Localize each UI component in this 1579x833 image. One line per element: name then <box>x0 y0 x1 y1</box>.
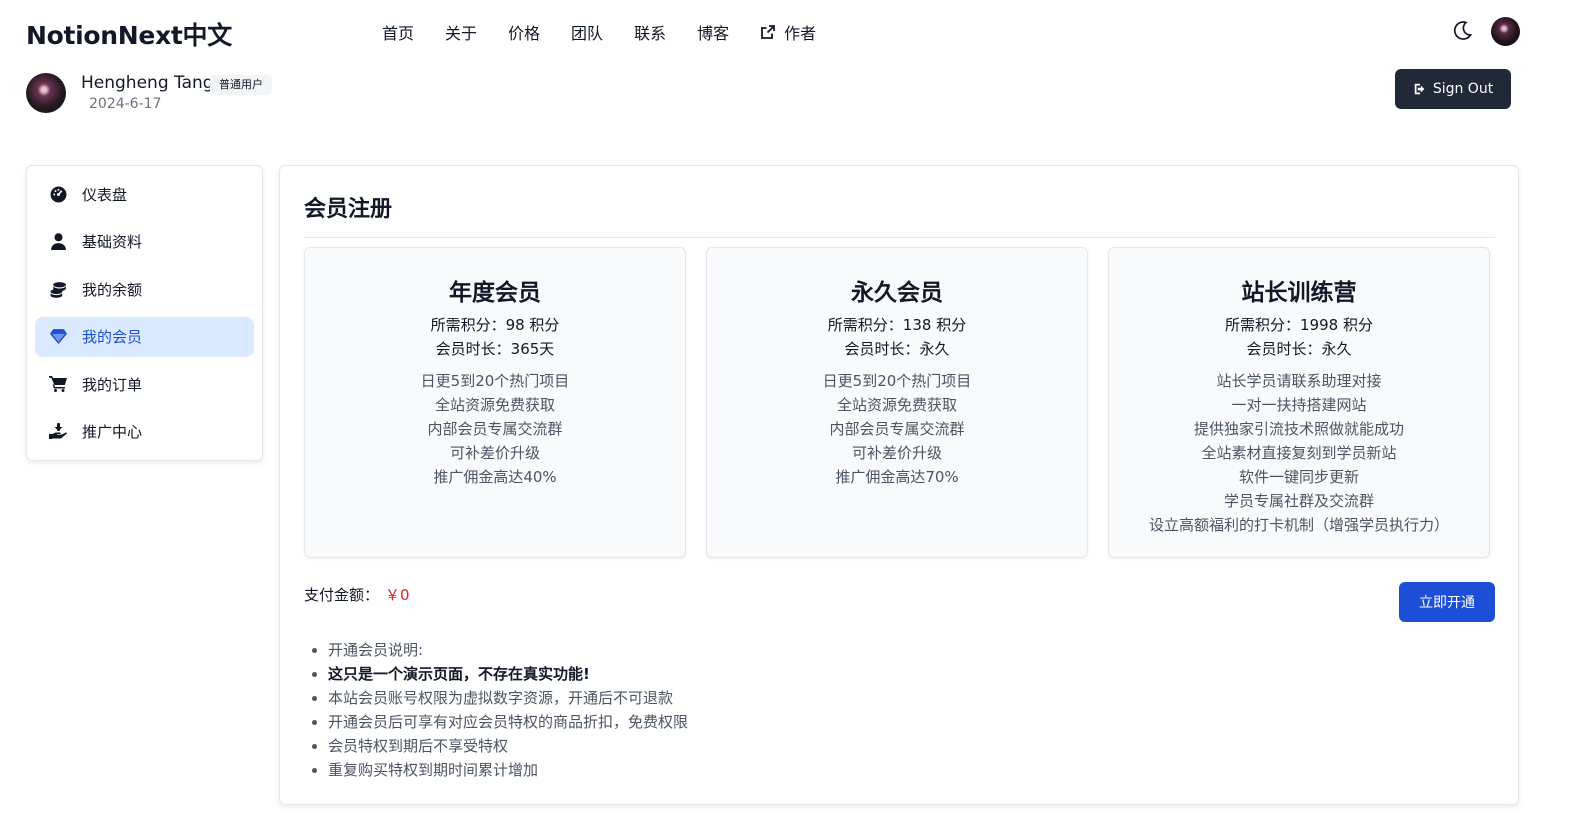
page-title: 会员注册 <box>304 197 393 222</box>
note-item: 这只是一个演示页面，不存在真实功能! <box>311 662 688 686</box>
dashboard-icon <box>49 185 67 203</box>
sign-out-label: Sign Out <box>1432 81 1494 97</box>
top-avatar[interactable] <box>1491 17 1520 46</box>
plan-title: 永久会员 <box>851 280 943 306</box>
sign-out-button[interactable]: Sign Out <box>1395 69 1511 109</box>
plan-title: 年度会员 <box>449 280 541 306</box>
sidebar-item-orders[interactable]: 我的订单 <box>35 364 254 404</box>
plan-features: 站长学员请联系助理对接 一对一扶持搭建网站 提供独家引流技术照做就能成功 全站素… <box>1109 369 1489 537</box>
plan-features: 日更5到20个热门项目 全站资源免费获取 内部会员专属交流群 可补差价升级 推广… <box>305 369 685 489</box>
plan-feature: 内部会员专属交流群 <box>829 420 965 438</box>
plan-card-annual[interactable]: 年度会员 所需积分：98 积分 会员时长：365天 日更5到20个热门项目 全站… <box>304 247 686 558</box>
plan-features: 日更5到20个热门项目 全站资源免费获取 内部会员专属交流群 可补差价升级 推广… <box>707 369 1087 489</box>
user-avatar <box>26 73 66 113</box>
sidebar-item-label: 推广中心 <box>82 423 143 441</box>
nav-team[interactable]: 团队 <box>571 20 603 44</box>
plan-feature: 日更5到20个热门项目 <box>822 372 972 390</box>
external-link-icon <box>761 25 775 39</box>
cart-icon <box>49 375 67 393</box>
plan-feature: 设立高额福利的打卡机制（增强学员执行力） <box>1148 516 1449 534</box>
plan-feature: 日更5到20个热门项目 <box>420 372 570 390</box>
note-item: 开通会员后可享有对应会员特权的商品折扣，免费权限 <box>311 710 688 734</box>
sidebar-item-label: 仪表盘 <box>82 185 128 204</box>
note-item: 会员特权到期后不享受特权 <box>311 734 688 758</box>
sidebar-item-label: 我的订单 <box>82 375 143 394</box>
user-join-date: 2024-6-17 <box>89 96 162 112</box>
plan-points: 所需积分：1998 积分 <box>1225 316 1373 334</box>
sidebar-item-label: 基础资料 <box>82 233 143 251</box>
note-item: 本站会员账号权限为虚拟数字资源，开通后不可退款 <box>311 686 688 710</box>
main-menu: 首页 关于 价格 团队 联系 博客 作者 <box>382 20 847 44</box>
plan-feature: 可补差价升级 <box>851 444 942 462</box>
plan-points: 所需积分：98 积分 <box>430 316 560 334</box>
nav-blog[interactable]: 博客 <box>697 20 729 44</box>
plan-feature: 学员专属社群及交流群 <box>1223 492 1374 510</box>
sidebar-item-affiliate[interactable]: 推广中心 <box>35 412 254 452</box>
plan-feature: 一对一扶持搭建网站 <box>1231 396 1367 414</box>
plan-duration: 会员时长：永久 <box>844 340 950 358</box>
nav-about[interactable]: 关于 <box>445 20 477 44</box>
plan-feature: 全站资源免费获取 <box>434 396 555 414</box>
title-divider <box>304 237 1495 238</box>
membership-notes: 开通会员说明: 这只是一个演示页面，不存在真实功能! 本站会员账号权限为虚拟数字… <box>311 638 688 782</box>
sidebar-item-balance[interactable]: 我的余额 <box>35 269 254 309</box>
nav-author-label: 作者 <box>784 24 817 43</box>
plan-feature: 全站资源免费获取 <box>836 396 957 414</box>
hand-coin-icon <box>49 423 67 441</box>
sign-out-icon <box>1414 83 1425 95</box>
activate-membership-button[interactable]: 立即开通 <box>1399 582 1495 622</box>
user-name: Hengheng Tang <box>81 73 214 93</box>
nav-author[interactable]: 作者 <box>760 20 816 44</box>
payment-value: ￥0 <box>385 586 410 604</box>
user-role-badge: 普通用户 <box>210 75 272 95</box>
user-icon <box>49 233 67 251</box>
sidebar-item-profile[interactable]: 基础资料 <box>35 222 254 262</box>
site-logo[interactable]: NotionNext中文 <box>26 16 232 52</box>
nav-contact[interactable]: 联系 <box>634 20 666 44</box>
plan-title: 站长训练营 <box>1241 280 1357 306</box>
top-navbar: NotionNext中文 首页 关于 价格 团队 联系 博客 作者 <box>0 0 1579 64</box>
note-item: 开通会员说明: <box>311 638 688 662</box>
note-item: 重复购买特权到期时间累计增加 <box>311 758 688 782</box>
plan-feature: 内部会员专属交流群 <box>427 420 563 438</box>
nav-home[interactable]: 首页 <box>382 20 414 44</box>
payment-amount: 支付金额： ￥0 <box>304 584 410 605</box>
sidebar-item-membership[interactable]: 我的会员 <box>35 316 254 357</box>
sidebar-item-label: 我的余额 <box>82 280 143 299</box>
sidebar-item-dashboard[interactable]: 仪表盘 <box>35 174 254 214</box>
plan-duration: 会员时长：365天 <box>435 340 555 358</box>
coins-icon <box>49 280 67 298</box>
account-sidebar: 仪表盘 基础资料 我的余额 我的会员 我的订单 推广中心 <box>26 165 263 461</box>
plan-feature: 提供独家引流技术照做就能成功 <box>1193 420 1404 438</box>
plan-feature: 推广佣金高达70% <box>835 468 959 486</box>
plan-duration: 会员时长：永久 <box>1246 340 1352 358</box>
plan-card-lifetime[interactable]: 永久会员 所需积分：138 积分 会员时长：永久 日更5到20个热门项目 全站资… <box>706 247 1088 558</box>
dark-mode-toggle-icon[interactable] <box>1450 19 1474 43</box>
plan-points: 所需积分：138 积分 <box>827 316 967 334</box>
nav-pricing[interactable]: 价格 <box>508 20 540 44</box>
plan-feature: 可补差价升级 <box>449 444 540 462</box>
payment-label: 支付金额： <box>304 586 380 604</box>
plan-feature: 全站素材直接复刻到学员新站 <box>1201 444 1397 462</box>
sidebar-item-label: 我的会员 <box>82 328 143 346</box>
plan-feature: 软件一键同步更新 <box>1238 468 1359 486</box>
plan-feature: 站长学员请联系助理对接 <box>1216 372 1382 390</box>
gem-icon <box>49 328 67 346</box>
plan-feature: 推广佣金高达40% <box>433 468 557 486</box>
plan-card-bootcamp[interactable]: 站长训练营 所需积分：1998 积分 会员时长：永久 站长学员请联系助理对接 一… <box>1108 247 1490 558</box>
membership-panel: 会员注册 年度会员 所需积分：98 积分 会员时长：365天 日更5到20个热门… <box>279 165 1519 805</box>
